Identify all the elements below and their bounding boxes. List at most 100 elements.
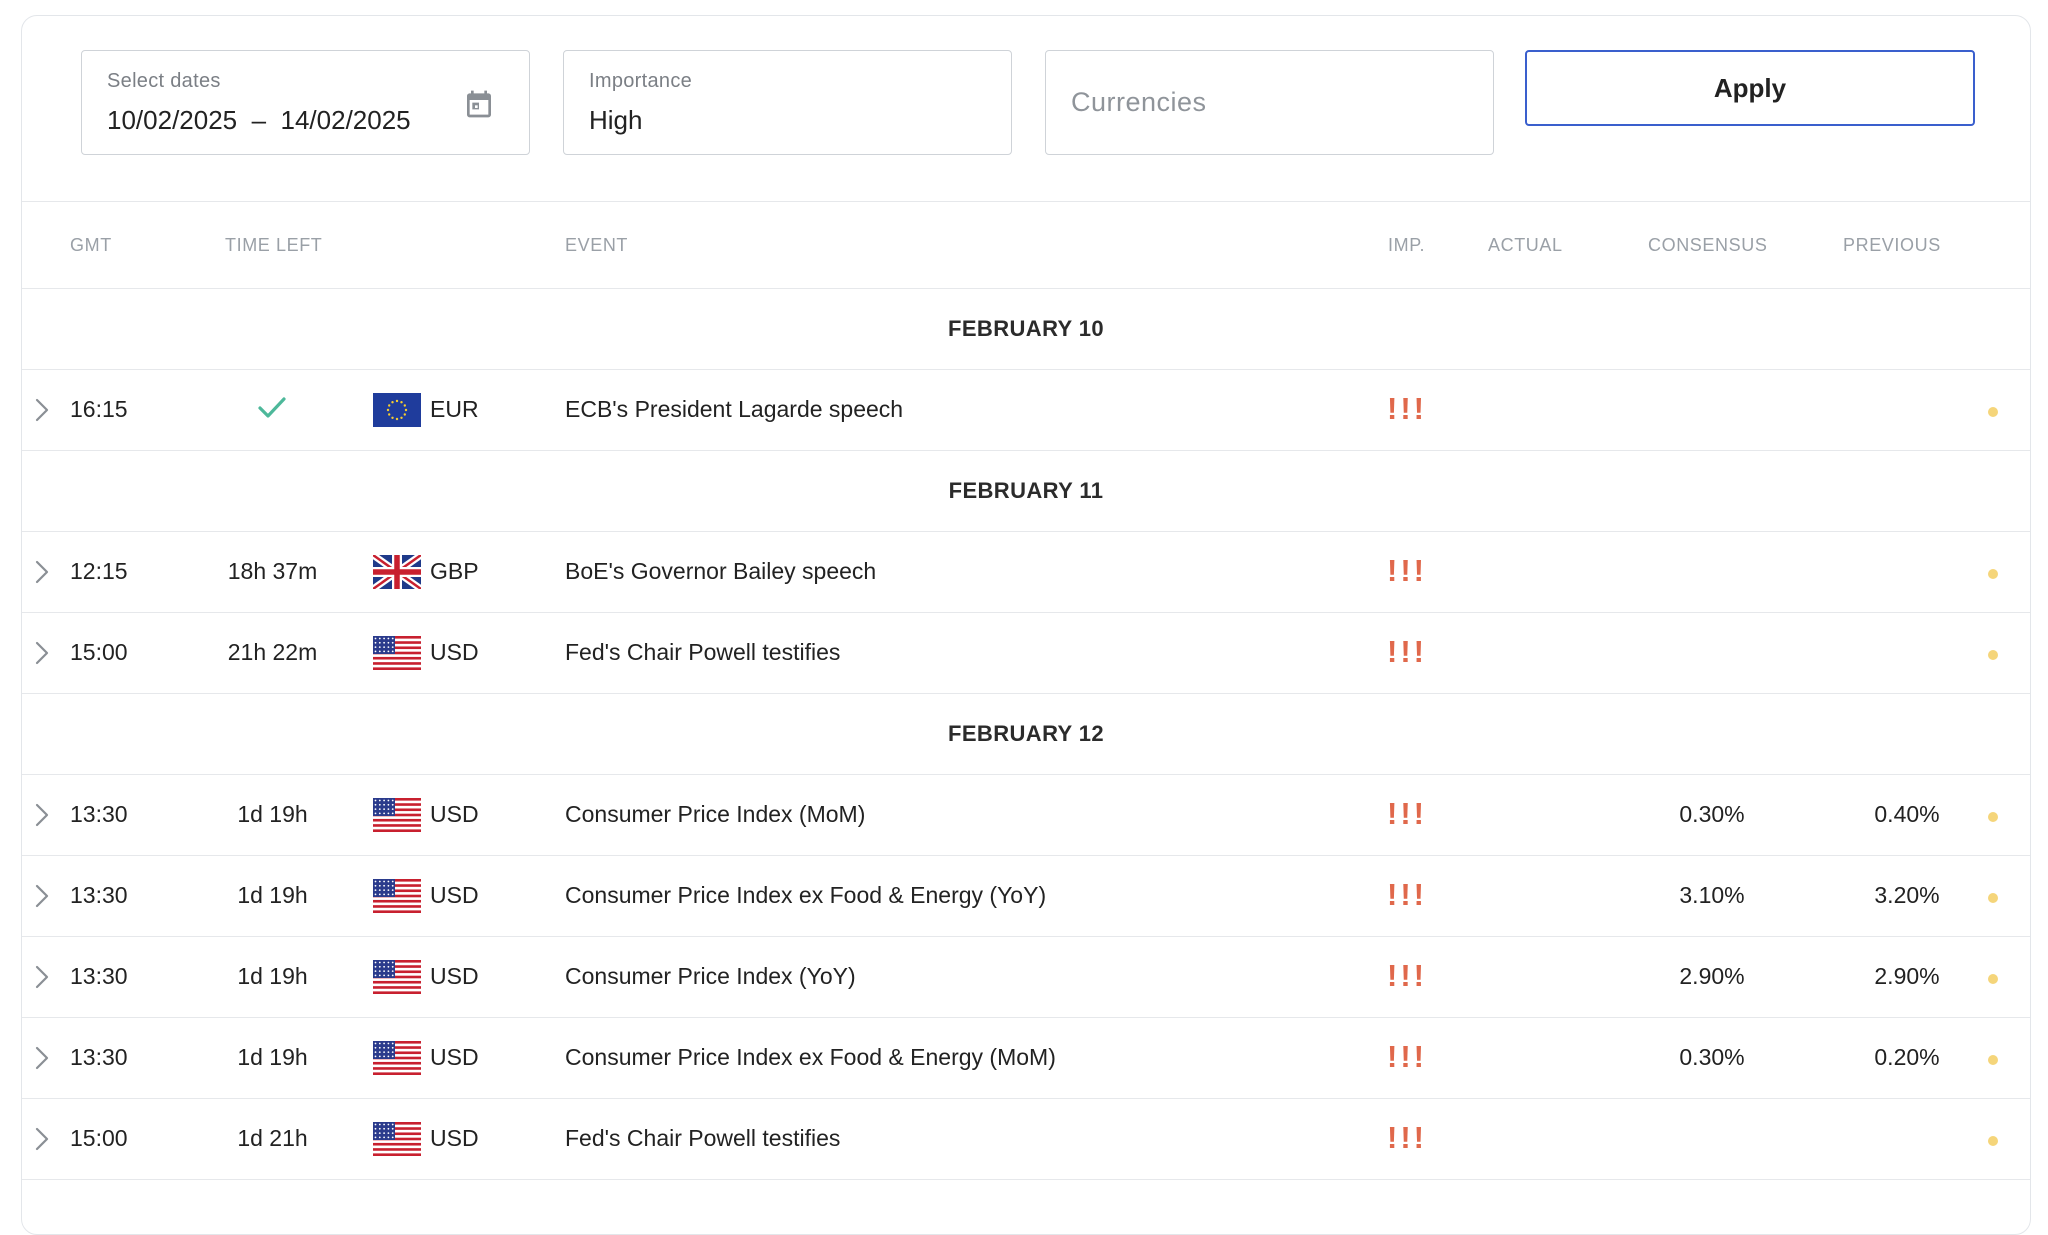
event-currency: USD [430,1125,479,1151]
importance-indicator: !!! [1387,391,1424,426]
importance-indicator: !!! [1387,877,1424,912]
importance-indicator: !!! [1387,634,1424,669]
event-time-left: 1d 21h [237,1125,308,1151]
status-dot [1988,812,1998,822]
chevron-right-icon[interactable] [34,1045,50,1071]
importance-mark: ! [1413,553,1424,588]
importance-indicator: !!! [1387,553,1424,588]
column-importance[interactable]: IMP. [1388,235,1425,256]
event-consensus: 2.90% [1679,963,1745,989]
event-currency: USD [430,1044,479,1070]
event-time: 13:30 [70,963,128,989]
apply-button[interactable]: Apply [1525,50,1975,126]
importance-mark: ! [1400,796,1411,831]
importance-mark: ! [1400,553,1411,588]
chevron-right-icon[interactable] [34,640,50,666]
event-title: ECB's President Lagarde speech [565,396,904,422]
date-group-row: FEBRUARY 12 [22,694,2030,775]
chevron-right-icon[interactable] [34,964,50,990]
importance-indicator: !!! [1387,796,1424,831]
event-row[interactable]: 13:30 1d 19h USD Consumer Price Index (Y… [22,937,2030,1018]
event-title: Fed's Chair Powell testifies [565,639,841,665]
importance-select[interactable]: Importance High [563,50,1012,155]
date-range-picker[interactable]: Select dates 10/02/2025 – 14/02/2025 [81,50,530,155]
economic-calendar-card: Select dates 10/02/2025 – 14/02/2025 Imp… [21,15,2031,1235]
importance-mark: ! [1387,553,1398,588]
event-currency: GBP [430,558,479,584]
column-actual[interactable]: ACTUAL [1488,235,1563,256]
eu-flag-icon [373,393,421,427]
date-group-row: FEBRUARY 10 [22,289,2030,370]
importance-mark: ! [1387,796,1398,831]
event-time: 13:30 [70,882,128,908]
event-time-left: 21h 22m [227,639,318,665]
event-title: Consumer Price Index (MoM) [565,801,866,827]
event-row[interactable]: 15:00 21h 22m USD Fed's Chair Powell tes… [22,613,2030,694]
currencies-select[interactable]: Currencies [1045,50,1494,155]
event-currency: EUR [430,396,479,422]
date-range-label: Select dates [107,70,221,92]
event-time: 15:00 [70,639,128,665]
status-dot [1988,569,1998,579]
chevron-right-icon[interactable] [34,397,50,423]
chevron-right-icon[interactable] [34,559,50,585]
event-time: 13:30 [70,1044,128,1070]
importance-mark: ! [1400,1120,1411,1155]
currencies-placeholder: Currencies [1071,87,1207,117]
importance-mark: ! [1387,1039,1398,1074]
importance-mark: ! [1387,634,1398,669]
event-previous: 0.20% [1874,1044,1940,1070]
event-row[interactable]: 13:30 1d 19h USD Consumer Price Index ex… [22,1018,2030,1099]
column-event[interactable]: EVENT [565,235,628,256]
importance-mark: ! [1413,391,1424,426]
event-row[interactable]: 15:00 1d 21h USD Fed's Chair Powell test… [22,1099,2030,1180]
importance-mark: ! [1413,1039,1424,1074]
event-consensus: 0.30% [1679,801,1745,827]
column-gmt[interactable]: GMT [70,235,112,256]
us-flag-icon [373,798,421,832]
table-header: GMT TIME LEFT EVENT IMP. ACTUAL CONSENSU… [22,203,2030,289]
status-dot [1988,974,1998,984]
event-title: Consumer Price Index ex Food & Energy (M… [565,1044,1056,1070]
event-consensus: 3.10% [1679,882,1745,908]
event-title: Fed's Chair Powell testifies [565,1125,841,1151]
importance-mark: ! [1400,634,1411,669]
event-consensus: 0.30% [1679,1044,1745,1070]
column-time-left[interactable]: TIME LEFT [225,235,322,256]
calendar-icon[interactable] [463,87,495,121]
event-title: Consumer Price Index ex Food & Energy (Y… [565,882,1047,908]
status-dot [1988,650,1998,660]
importance-indicator: !!! [1387,1120,1424,1155]
date-group-label: FEBRUARY 10 [948,316,1104,341]
importance-indicator: !!! [1387,958,1424,993]
event-time-left: 1d 19h [237,963,308,989]
chevron-right-icon[interactable] [34,883,50,909]
event-time-left: 1d 19h [237,1044,308,1070]
importance-label: Importance [589,70,693,92]
chevron-right-icon[interactable] [34,802,50,828]
event-row[interactable]: 13:30 1d 19h USD Consumer Price Index ex… [22,856,2030,937]
status-dot [1988,1055,1998,1065]
event-time: 15:00 [70,1125,128,1151]
column-previous[interactable]: PREVIOUS [1843,235,1941,256]
date-from: 10/02/2025 [107,105,238,135]
event-currency: USD [430,801,479,827]
event-previous: 3.20% [1874,882,1940,908]
event-row[interactable]: 13:30 1d 19h USD Consumer Price Index (M… [22,775,2030,856]
importance-mark: ! [1413,958,1424,993]
event-row[interactable]: 16:15 EUR ECB's President Lagarde speech… [22,370,2030,451]
event-previous: 0.40% [1874,801,1940,827]
event-row[interactable]: 12:15 18h 37m GBP BoE's Governor Bailey … [22,532,2030,613]
event-time-left: 1d 19h [237,882,308,908]
date-to: 14/02/2025 [280,105,411,135]
column-consensus[interactable]: CONSENSUS [1648,235,1767,256]
status-dot [1988,1136,1998,1146]
events-table-body: FEBRUARY 10 16:15 EUR ECB's President La… [22,289,2030,1180]
status-dot [1988,893,1998,903]
chevron-right-icon[interactable] [34,1126,50,1152]
date-group-row: FEBRUARY 11 [22,451,2030,532]
event-time: 12:15 [70,558,128,584]
importance-mark: ! [1413,877,1424,912]
event-title: Consumer Price Index (YoY) [565,963,856,989]
importance-mark: ! [1413,796,1424,831]
